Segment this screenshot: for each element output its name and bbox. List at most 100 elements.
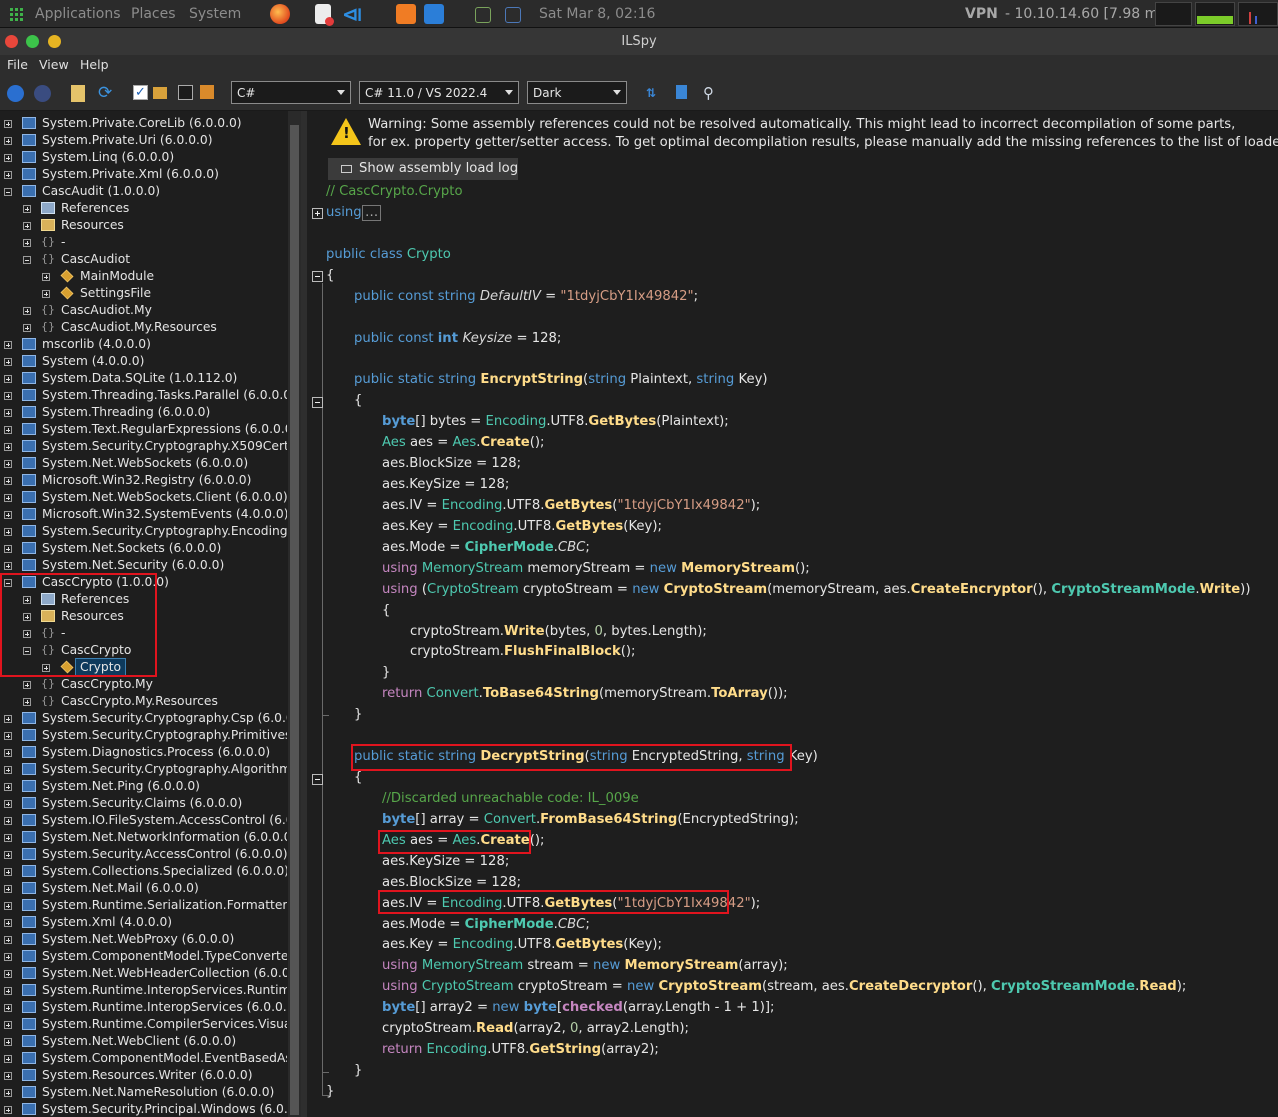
expand-icon[interactable] [4,715,12,723]
expand-icon[interactable] [23,307,31,315]
tree-node[interactable]: System.Linq (6.0.0.0) [0,149,287,166]
tree-node[interactable]: {} CascAudiot.My [0,302,287,319]
expand-icon[interactable] [4,732,12,740]
tree-node[interactable]: CascAudit (1.0.0.0) [0,183,287,200]
theme-select[interactable]: Dark [527,81,627,104]
applications-menu[interactable]: Applications [35,6,121,22]
tree-node[interactable]: System (4.0.0.0) [0,353,287,370]
tree-node[interactable]: System.Security.Cryptography.X509Certifi… [0,438,287,455]
expand-icon[interactable] [4,511,12,519]
menu-help[interactable]: Help [80,57,109,72]
expand-icon[interactable] [23,698,31,706]
expand-icon[interactable] [4,341,12,349]
tree-node[interactable]: System.Net.WebSockets.Client (6.0.0.0) [0,489,287,506]
expand-icon[interactable] [4,494,12,502]
firefox-icon[interactable] [270,4,290,24]
code-view[interactable]: ! Warning: Some assembly references coul… [307,111,1278,1117]
tree-node[interactable]: {} CascAudiot.My.Resources [0,319,287,336]
tree-node[interactable]: System.Security.Principal.Windows (6.0.0… [0,1101,287,1117]
expand-icon[interactable] [4,1072,12,1080]
tree-node[interactable]: System.ComponentModel.EventBasedAsync [0,1050,287,1067]
expand-icon[interactable] [4,426,12,434]
tree-node[interactable]: Microsoft.Win32.SystemEvents (4.0.0.0) [0,506,287,523]
expand-icon[interactable] [4,868,12,876]
tree-node[interactable]: System.Security.AccessControl (6.0.0.0) [0,846,287,863]
expand-icon[interactable] [23,205,31,213]
expand-icon[interactable] [42,290,50,298]
fold-decrypt-toggle[interactable] [312,774,323,785]
expand-icon[interactable] [4,154,12,162]
tree-node[interactable]: System.Private.Uri (6.0.0.0) [0,132,287,149]
expand-icon[interactable] [4,783,12,791]
expand-icon[interactable] [4,1089,12,1097]
tree-node[interactable]: System.Net.WebHeaderCollection (6.0.0.0) [0,965,287,982]
fold-using-toggle[interactable] [312,208,323,219]
tree-node[interactable]: System.Threading (6.0.0.0) [0,404,287,421]
fold-encrypt-toggle[interactable] [312,397,323,408]
expand-icon[interactable] [4,1004,12,1012]
expand-icon[interactable] [23,222,31,230]
expand-icon[interactable] [4,375,12,383]
tree-node[interactable]: System.Diagnostics.Process (6.0.0.0) [0,744,287,761]
tree-node[interactable]: System.Collections.Specialized (6.0.0.0) [0,863,287,880]
tree-node[interactable]: System.Private.CoreLib (6.0.0.0) [0,115,287,132]
tree-node[interactable]: System.Security.Cryptography.Encoding (6… [0,523,287,540]
tree-node[interactable]: System.Runtime.Serialization.Formatters … [0,897,287,914]
menu-file[interactable]: File [7,57,28,72]
expand-icon[interactable] [4,477,12,485]
expand-icon[interactable] [4,851,12,859]
expand-icon[interactable] [4,936,12,944]
tree-node[interactable]: System.Runtime.CompilerServices.VisualC … [0,1016,287,1033]
menu-view[interactable]: View [39,57,69,72]
terminal-icon[interactable] [475,7,491,23]
system-menu[interactable]: System [189,6,241,22]
back-icon[interactable] [7,85,24,102]
tree-node[interactable]: System.Runtime.InteropServices (6.0.0.0) [0,999,287,1016]
expand-icon[interactable] [4,137,12,145]
tree-node[interactable]: System.Net.WebSockets (6.0.0.0) [0,455,287,472]
fold-class-toggle[interactable] [312,271,323,282]
expand-icon[interactable] [4,919,12,927]
search-icon[interactable]: ⚲ [703,85,720,102]
tree-node[interactable]: System.Net.WebClient (6.0.0.0) [0,1033,287,1050]
show-all-checkbox[interactable] [178,85,193,100]
version-select[interactable]: C# 11.0 / VS 2022.4 [359,81,519,104]
tree-scrollbar-thumb[interactable] [290,125,299,1115]
expand-icon[interactable] [4,953,12,961]
tree-node[interactable]: System.Private.Xml (6.0.0.0) [0,166,287,183]
expand-icon[interactable] [4,970,12,978]
powershell-icon[interactable] [505,7,521,23]
tree-node[interactable]: System.Xml (4.0.0.0) [0,914,287,931]
expand-icon[interactable] [4,1021,12,1029]
tree-node[interactable]: {} CascCrypto.My [0,676,287,693]
expand-icon[interactable] [23,239,31,247]
tree-node[interactable]: Microsoft.Win32.Registry (6.0.0.0) [0,472,287,489]
expand-icon[interactable] [4,1055,12,1063]
expand-icon[interactable] [4,460,12,468]
expand-icon[interactable] [23,681,31,689]
expand-icon[interactable] [23,324,31,332]
expand-icon[interactable] [42,273,50,281]
tree-node[interactable]: System.Security.Claims (6.0.0.0) [0,795,287,812]
window-titlebar[interactable]: ILSpy [0,28,1278,55]
tree-node[interactable]: System.Net.Mail (6.0.0.0) [0,880,287,897]
reload-icon[interactable]: ⟳ [98,85,115,102]
collapsed-region-ellipsis[interactable]: … [362,204,382,221]
tree-node[interactable]: System.Net.WebProxy (6.0.0.0) [0,931,287,948]
sort-icon[interactable]: ⇅ [646,85,663,102]
places-menu[interactable]: Places [131,6,176,22]
tree-node[interactable]: System.Resources.Writer (6.0.0.0) [0,1067,287,1084]
expand-icon[interactable] [4,766,12,774]
tree-node[interactable]: {} CascAudiot [0,251,287,268]
tree-node[interactable]: System.Security.Cryptography.Primitives … [0,727,287,744]
app-grid-icon[interactable] [10,7,24,21]
expand-icon[interactable] [4,358,12,366]
tree-node[interactable]: References [0,200,287,217]
open-file-icon[interactable] [71,85,85,102]
expand-icon[interactable] [4,443,12,451]
expand-icon[interactable] [4,392,12,400]
expand-icon[interactable] [4,1038,12,1046]
expand-icon[interactable] [4,171,12,179]
document-viewer-icon[interactable] [315,4,334,26]
vscode-icon[interactable]: ⧏ [342,4,363,24]
